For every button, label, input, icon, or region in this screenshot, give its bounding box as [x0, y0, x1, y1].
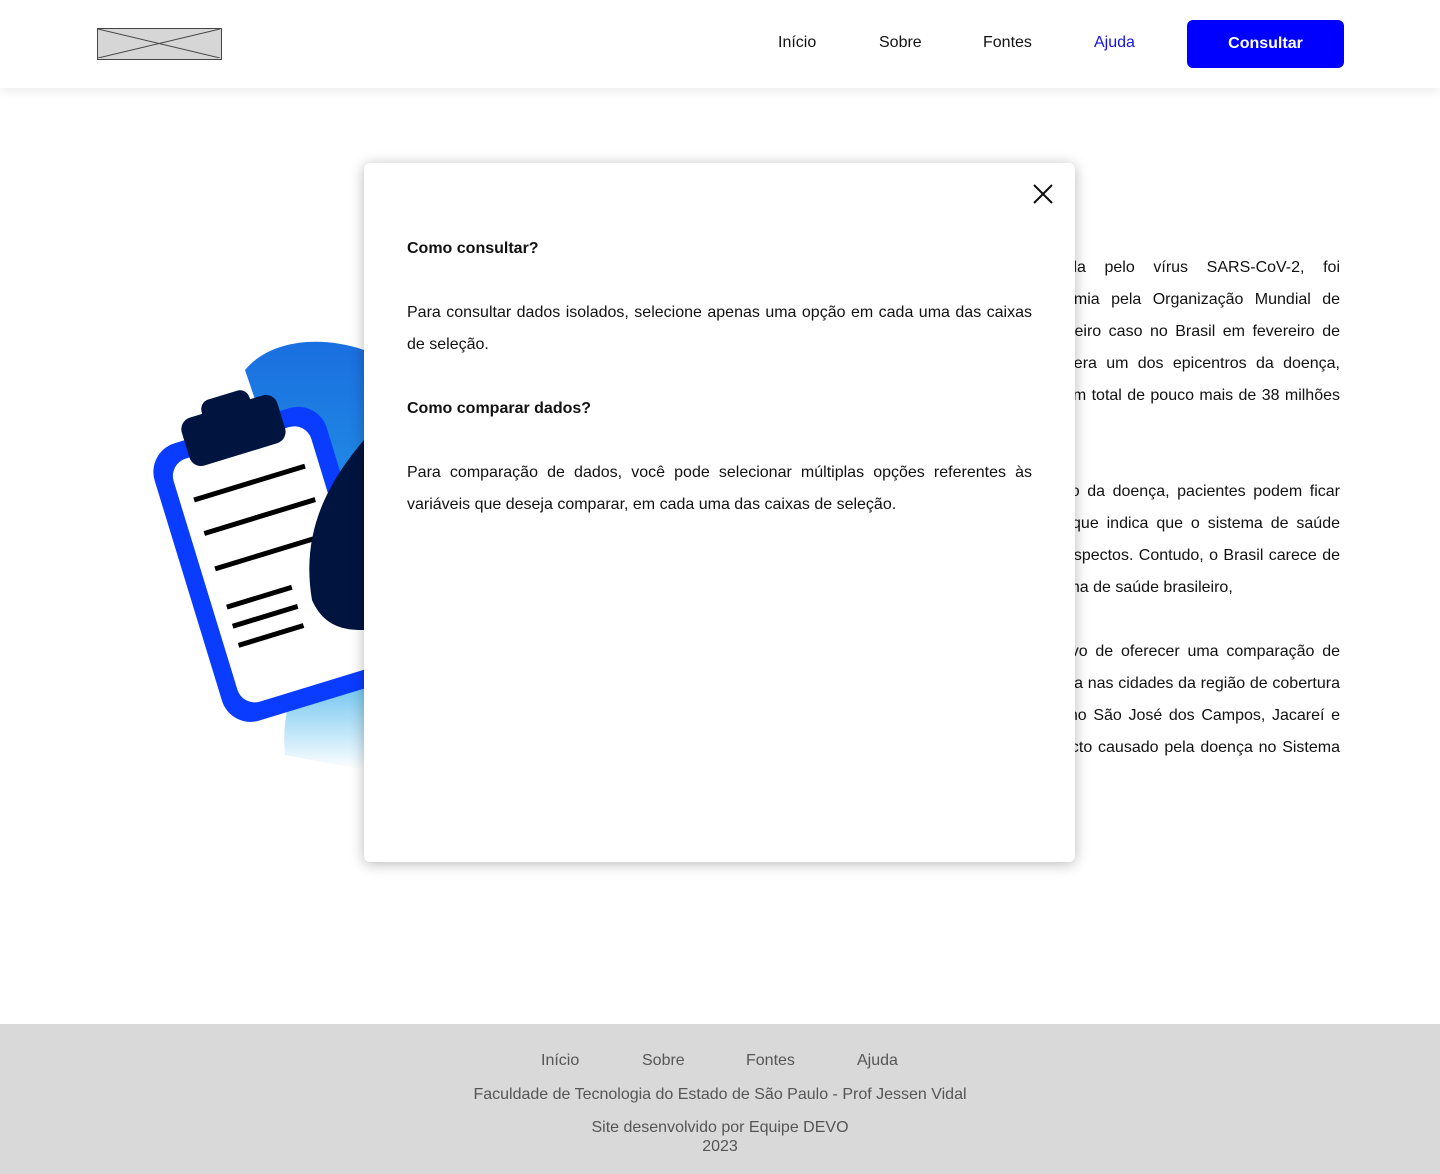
footer-institution: Faculdade de Tecnologia do Estado de São… — [473, 1086, 967, 1103]
help-heading-consultar: Como consultar? — [407, 240, 539, 257]
help-content: Como consultar? Para consultar dados iso… — [407, 233, 1032, 521]
nav-fontes[interactable]: Fontes — [983, 34, 1032, 52]
nav-inicio[interactable]: Início — [778, 34, 816, 52]
footer-nav-fontes[interactable]: Fontes — [746, 1052, 795, 1070]
footer-nav-sobre[interactable]: Sobre — [642, 1052, 685, 1070]
site-header: Início Sobre Fontes Ajuda Consultar — [0, 0, 1440, 88]
help-text-consultar: Para consultar dados isolados, selecione… — [407, 304, 1032, 353]
footer-credit: Site desenvolvido por Equipe DEVO — [591, 1119, 849, 1136]
footer-nav-ajuda[interactable]: Ajuda — [857, 1052, 898, 1070]
footer-nav-inicio[interactable]: Início — [541, 1052, 579, 1070]
logo-placeholder[interactable] — [97, 28, 222, 60]
site-footer: Início Sobre Fontes Ajuda Faculdade de T… — [0, 1024, 1440, 1174]
consultar-button[interactable]: Consultar — [1187, 20, 1344, 68]
help-text-comparar: Para comparação de dados, você pode sele… — [407, 464, 1032, 513]
footer-year: 2023 — [702, 1138, 738, 1155]
nav-sobre[interactable]: Sobre — [879, 34, 922, 52]
nav-ajuda[interactable]: Ajuda — [1094, 34, 1135, 52]
logo-placeholder-icon — [98, 29, 220, 58]
close-icon[interactable] — [1032, 183, 1054, 205]
help-modal: Como consultar? Para consultar dados iso… — [364, 163, 1075, 862]
help-heading-comparar: Como comparar dados? — [407, 400, 592, 417]
